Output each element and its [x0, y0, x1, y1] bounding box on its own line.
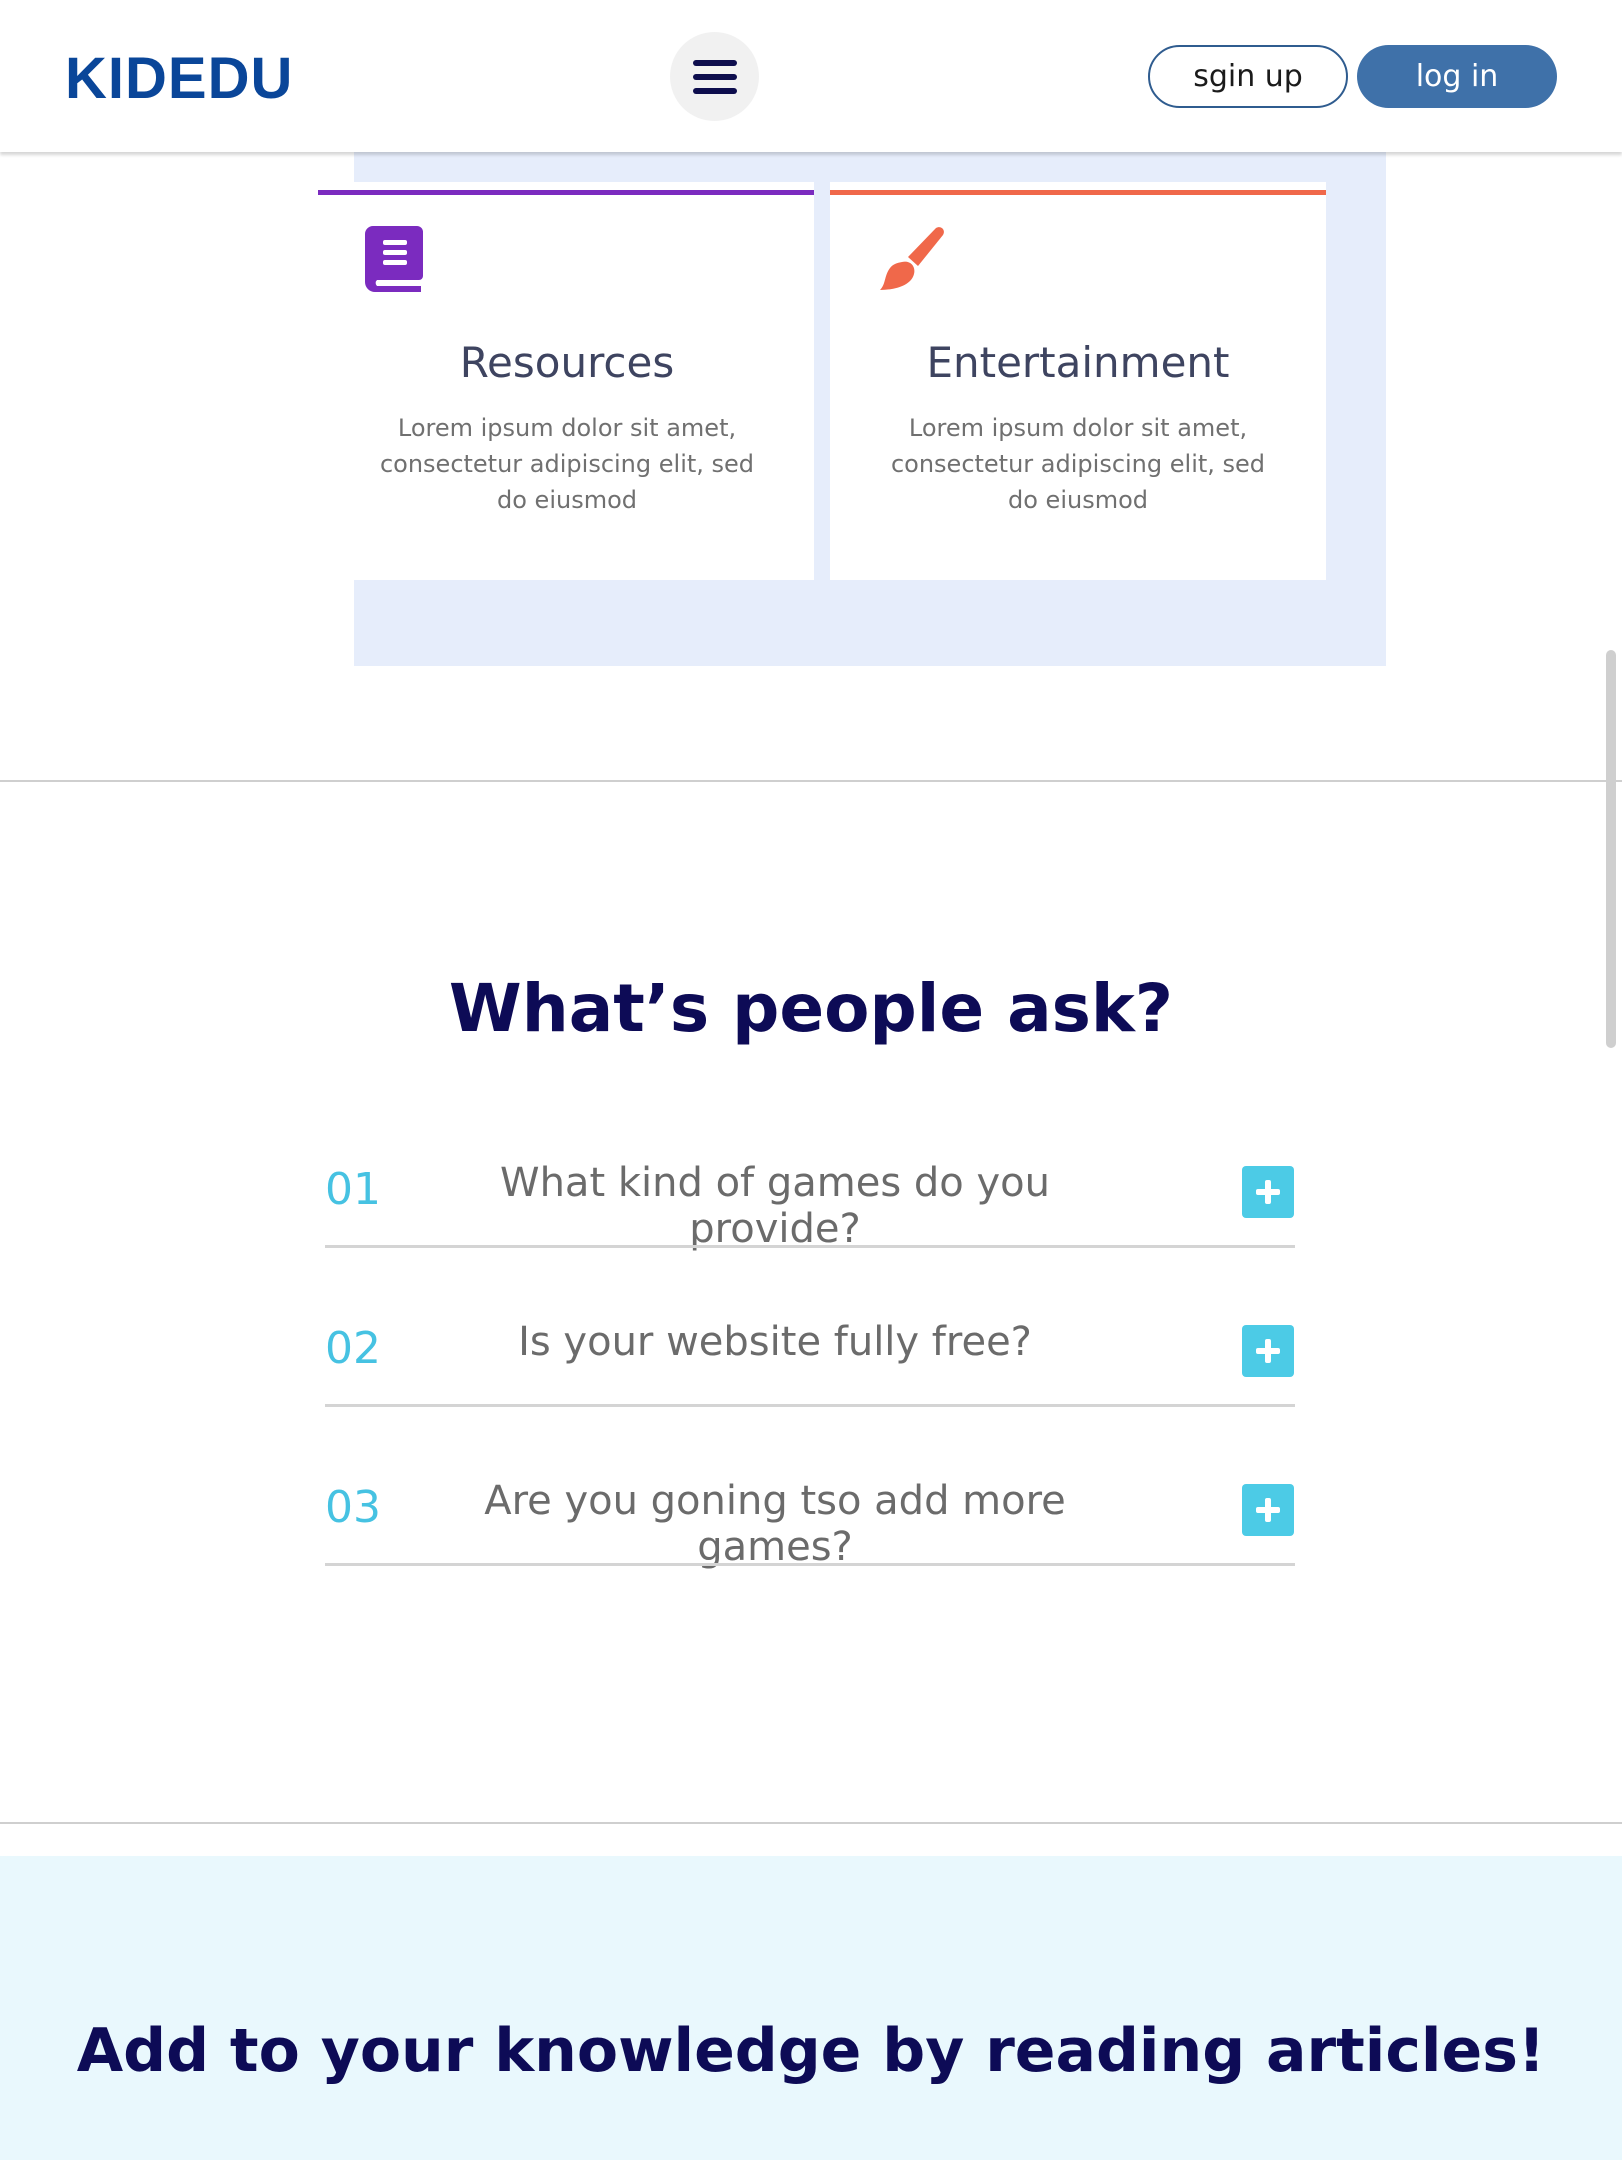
faq-item[interactable]: 03 Are you goning tso add more games? — [325, 1464, 1295, 1570]
section-divider — [0, 780, 1622, 782]
faq-question[interactable]: What kind of games do you provide? — [415, 1160, 1135, 1252]
faq-number: 02 — [325, 1323, 381, 1374]
card-description-line: do eiusmod — [497, 486, 637, 514]
scrollbar-thumb[interactable] — [1606, 650, 1616, 1048]
articles-title: Add to your knowledge by reading article… — [76, 2016, 1546, 2086]
plus-icon[interactable] — [1242, 1325, 1294, 1377]
card-description-line: do eiusmod — [1008, 486, 1148, 514]
top-navbar: KIDEDU sgin up log in — [0, 0, 1622, 152]
faq-item[interactable]: 02 Is your website fully free? — [325, 1305, 1295, 1377]
articles-section: Add to your knowledge by reading article… — [0, 1856, 1622, 2160]
card-description-line: Lorem ipsum dolor sit amet, — [908, 414, 1248, 442]
card-description-line: consectetur adipiscing elit, sed — [890, 450, 1266, 478]
book-icon — [365, 226, 423, 292]
faq-number: 01 — [325, 1164, 381, 1215]
menu-bar — [693, 60, 737, 66]
login-button[interactable]: log in — [1357, 45, 1557, 108]
card-description: Lorem ipsum dolor sit amet, consectetur … — [840, 410, 1316, 518]
card-description-line: consectetur adipiscing elit, sed — [379, 450, 755, 478]
card-description-line: Lorem ipsum dolor sit amet, — [397, 414, 737, 442]
faq-divider — [325, 1404, 1295, 1407]
signup-button[interactable]: sgin up — [1148, 45, 1348, 108]
faq-item[interactable]: 01 What kind of games do you provide? — [325, 1146, 1295, 1252]
faq-question[interactable]: Are you goning tso add more games? — [415, 1478, 1135, 1570]
menu-bar — [693, 88, 737, 94]
card-accent-line — [318, 190, 814, 195]
hamburger-menu-icon[interactable] — [670, 32, 759, 121]
menu-bar — [693, 74, 737, 80]
faq-divider — [325, 1563, 1295, 1566]
card-title: Resources — [459, 338, 675, 387]
faq-divider — [325, 1245, 1295, 1248]
faq-question[interactable]: Is your website fully free? — [415, 1319, 1135, 1365]
site-logo[interactable]: KIDEDU — [65, 45, 293, 112]
plus-icon[interactable] — [1242, 1166, 1294, 1218]
faq-number: 03 — [325, 1482, 381, 1533]
card-title: Entertainment — [926, 338, 1230, 387]
card-description: Lorem ipsum dolor sit amet, consectetur … — [354, 410, 780, 518]
faq-heading: What’s people ask? — [448, 970, 1174, 1047]
plus-icon[interactable] — [1242, 1484, 1294, 1536]
card-accent-line — [830, 190, 1326, 195]
paintbrush-icon — [880, 227, 944, 290]
section-divider — [0, 1822, 1622, 1824]
